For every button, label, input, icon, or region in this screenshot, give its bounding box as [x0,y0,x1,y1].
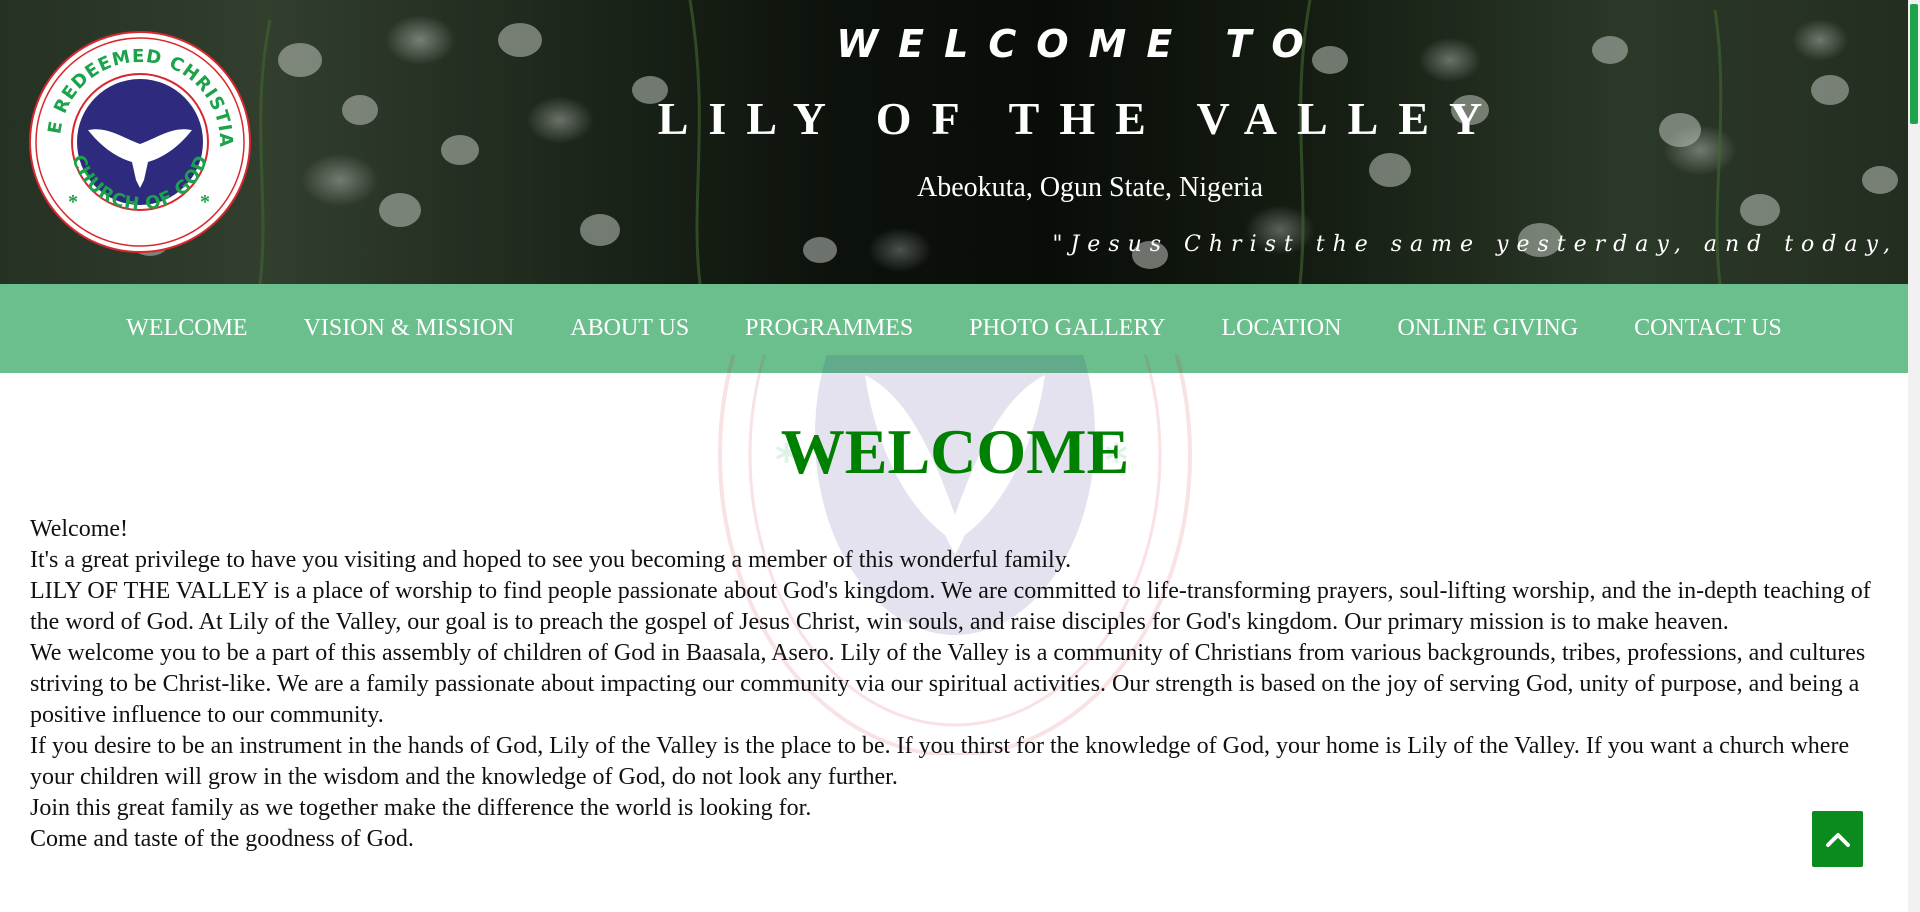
church-location: Abeokuta, Ogun State, Nigeria [916,172,1264,203]
scripture-marquee: "Jesus Christ the same yesterday, and to… [1052,232,1898,257]
welcome-paragraph: We welcome you to be a part of this asse… [30,640,1866,728]
nav-item-photo-gallery[interactable]: PHOTO GALLERY [941,315,1193,342]
welcome-paragraph: It's a great privilege to have you visit… [30,547,1072,573]
welcome-paragraph: If you desire to be an instrument in the… [30,733,1850,790]
church-name-heading: LILY OF THE VALLEY [657,93,1503,144]
nav-item-welcome[interactable]: WELCOME [98,315,275,342]
page-title: WELCOME [780,416,1130,487]
page-scrollbar[interactable] [1908,0,1920,912]
welcome-paragraph: Come and taste of the goodness of God. [30,826,414,852]
welcome-paragraph: Welcome! [30,516,129,542]
scrollbar-thumb[interactable] [1910,4,1918,124]
nav-item-about-us[interactable]: ABOUT US [542,315,717,342]
header-banner: THE REDEEMED CHRISTIAN CHURCH OF GOD * *… [0,0,1908,284]
welcome-body: Welcome! It's a great privilege to have … [30,514,1880,855]
nav-item-vision-mission[interactable]: VISION & MISSION [276,315,543,342]
nav-item-online-giving[interactable]: ONLINE GIVING [1369,315,1606,342]
welcome-to-heading: WELCOME TO [836,22,1324,66]
nav-item-contact-us[interactable]: CONTACT US [1606,315,1810,342]
back-to-top-button[interactable] [1812,811,1863,867]
welcome-section: WELCOME Welcome! It's a great privilege … [30,420,1880,855]
welcome-paragraph: LILY OF THE VALLEY is a place of worship… [30,578,1871,635]
nav-item-location[interactable]: LOCATION [1193,315,1369,342]
welcome-paragraph: Join this great family as we together ma… [30,795,812,821]
nav-item-programmes[interactable]: PROGRAMMES [717,315,941,342]
chevron-up-icon [1825,833,1850,847]
